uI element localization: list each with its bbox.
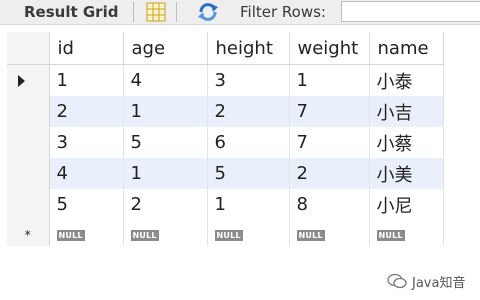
cell-height[interactable]: 5 (207, 158, 290, 189)
cell-age[interactable]: 4 (123, 64, 208, 96)
watermark: Java知音 (386, 272, 466, 291)
null-badge: NULL (214, 230, 243, 241)
table-row[interactable]: 5 2 1 8 小尼 (7, 189, 444, 220)
result-grid-toolbar: Result Grid Filter Rows: (0, 0, 480, 25)
row-indicator[interactable] (7, 158, 50, 189)
cell-height[interactable]: 1 (207, 189, 290, 220)
column-header-id[interactable]: id (49, 32, 124, 65)
cell-weight[interactable]: 7 (289, 96, 370, 127)
column-header-name[interactable]: name (369, 32, 444, 65)
column-header-age[interactable]: age (123, 32, 208, 65)
cell-height[interactable]: NULL (207, 220, 290, 246)
cell-weight[interactable]: 1 (289, 64, 370, 96)
cell-name[interactable]: 小美 (369, 158, 444, 189)
result-grid-tab[interactable]: Result Grid (24, 3, 118, 21)
table-row[interactable]: 1 4 3 1 小泰 (7, 64, 444, 96)
grid-view-icon[interactable] (146, 2, 166, 22)
cell-height[interactable]: 2 (207, 96, 290, 127)
null-badge: NULL (56, 230, 85, 241)
cell-age[interactable]: 1 (123, 158, 208, 189)
toolbar-separator (133, 2, 134, 22)
null-badge: NULL (130, 230, 159, 241)
null-badge: NULL (296, 230, 325, 241)
cell-id[interactable]: 4 (49, 158, 124, 189)
column-header-height[interactable]: height (207, 32, 290, 65)
cell-name[interactable]: 小尼 (369, 189, 444, 220)
cell-weight[interactable]: 7 (289, 127, 370, 158)
current-row-arrow-icon (18, 75, 25, 87)
row-indicator[interactable] (7, 127, 50, 158)
filter-rows-input[interactable] (341, 1, 480, 22)
cell-age[interactable]: 2 (123, 189, 208, 220)
refresh-icon[interactable] (196, 1, 220, 23)
new-row-marker-icon: * (24, 227, 31, 242)
table-row[interactable]: 2 1 2 7 小吉 (7, 96, 444, 127)
cell-name[interactable]: NULL (369, 220, 444, 246)
toolbar-separator (176, 2, 177, 22)
corner-cell[interactable] (7, 32, 50, 65)
cell-height[interactable]: 6 (207, 127, 290, 158)
table-row[interactable]: 3 5 6 7 小蔡 (7, 127, 444, 158)
null-badge: NULL (376, 230, 405, 241)
row-indicator[interactable] (7, 64, 50, 96)
cell-id[interactable]: 1 (49, 64, 124, 96)
cell-age[interactable]: NULL (123, 220, 208, 246)
wechat-icon (386, 272, 408, 290)
cell-age[interactable]: 5 (123, 127, 208, 158)
filter-rows-label: Filter Rows: (240, 3, 326, 21)
cell-weight[interactable]: 2 (289, 158, 370, 189)
row-indicator[interactable]: * (7, 220, 50, 246)
cell-id[interactable]: 3 (49, 127, 124, 158)
row-indicator[interactable] (7, 189, 50, 220)
cell-age[interactable]: 1 (123, 96, 208, 127)
cell-weight[interactable]: NULL (289, 220, 370, 246)
cell-weight[interactable]: 8 (289, 189, 370, 220)
header-row: id age height weight name (7, 32, 444, 65)
cell-height[interactable]: 3 (207, 64, 290, 96)
new-row[interactable]: * NULL NULL NULL NULL NULL (7, 220, 444, 246)
table-row[interactable]: 4 1 5 2 小美 (7, 158, 444, 189)
row-indicator[interactable] (7, 96, 50, 127)
column-header-weight[interactable]: weight (289, 32, 370, 65)
cell-name[interactable]: 小吉 (369, 96, 444, 127)
watermark-text: Java知音 (412, 275, 466, 291)
result-grid: id age height weight name 1 4 3 1 小泰 2 1… (7, 32, 444, 246)
cell-id[interactable]: NULL (49, 220, 124, 246)
cell-name[interactable]: 小泰 (369, 64, 444, 96)
cell-id[interactable]: 5 (49, 189, 124, 220)
cell-name[interactable]: 小蔡 (369, 127, 444, 158)
cell-id[interactable]: 2 (49, 96, 124, 127)
